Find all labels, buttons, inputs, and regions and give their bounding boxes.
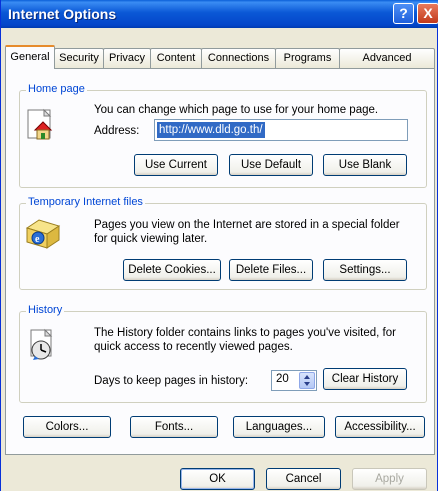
home-icon <box>27 108 53 140</box>
days-value: 20 <box>276 373 289 385</box>
colors-button[interactable]: Colors... <box>23 416 111 438</box>
temp-files-group-label: Temporary Internet files <box>26 196 145 208</box>
temp-files-description-1: Pages you view on the Internet are store… <box>94 219 400 231</box>
fonts-button[interactable]: Fonts... <box>130 416 218 438</box>
svg-text:e: e <box>35 234 40 245</box>
stepper-arrows-icon <box>304 375 310 386</box>
history-description-1: The History folder contains links to pag… <box>94 327 396 339</box>
days-label: Days to keep pages in history: <box>94 375 249 387</box>
delete-cookies-button[interactable]: Delete Cookies... <box>123 259 221 281</box>
use-default-button[interactable]: Use Default <box>229 154 313 176</box>
title-bar[interactable]: Internet Options ? X <box>1 0 438 28</box>
close-button[interactable]: X <box>417 3 438 24</box>
history-clock-icon <box>30 328 53 360</box>
home-page-description: You can change which page to use for you… <box>94 104 379 116</box>
tab-advanced[interactable]: Advanced <box>339 48 435 68</box>
address-label: Address: <box>94 125 140 137</box>
help-button[interactable]: ? <box>393 3 414 24</box>
days-stepper-buttons[interactable] <box>299 372 315 389</box>
languages-button[interactable]: Languages... <box>233 416 325 438</box>
clear-history-button[interactable]: Clear History <box>323 368 407 390</box>
history-description-2: quick access to recently viewed pages. <box>94 341 293 353</box>
apply-button[interactable]: Apply <box>352 468 427 490</box>
tab-programs[interactable]: Programs <box>275 48 340 68</box>
internet-options-window: Internet Options ? X General Security Pr… <box>0 0 438 491</box>
settings-button[interactable]: Settings... <box>323 259 407 281</box>
history-group-label: History <box>26 304 65 316</box>
tab-general[interactable]: General <box>5 45 55 69</box>
window-title: Internet Options <box>8 6 117 22</box>
home-page-group-label: Home page <box>26 83 87 95</box>
tab-connections[interactable]: Connections <box>201 48 276 68</box>
address-field[interactable]: http://www.dld.go.th/ <box>154 119 408 141</box>
days-stepper[interactable]: 20 <box>271 370 317 391</box>
temp-files-description-2: for quick viewing later. <box>94 233 208 245</box>
tab-privacy[interactable]: Privacy <box>103 48 151 68</box>
tab-content[interactable]: Content <box>150 48 202 68</box>
cancel-button[interactable]: Cancel <box>266 468 341 490</box>
accessibility-button[interactable]: Accessibility... <box>335 416 425 438</box>
address-value: http://www.dld.go.th/ <box>157 122 265 138</box>
use-blank-button[interactable]: Use Blank <box>323 154 407 176</box>
use-current-button[interactable]: Use Current <box>134 154 218 176</box>
delete-files-button[interactable]: Delete Files... <box>229 259 313 281</box>
tab-security[interactable]: Security <box>54 48 104 68</box>
ok-button[interactable]: OK <box>180 468 255 490</box>
folder-ie-icon: e <box>25 219 61 249</box>
